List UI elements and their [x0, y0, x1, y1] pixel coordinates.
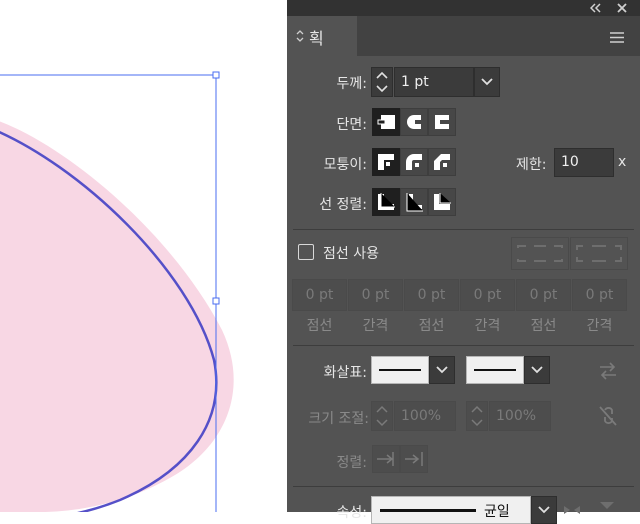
pink-fill-shape — [0, 121, 234, 512]
double-chevron-left-icon[interactable] — [590, 3, 602, 13]
weight-dropdown[interactable] — [474, 67, 500, 97]
dash-field-label-2: 점선 — [418, 318, 445, 334]
gap-field-3[interactable]: 0 pt — [572, 279, 627, 311]
tab-stroke[interactable]: 획 — [287, 16, 357, 56]
miter-limit-unit: x — [618, 154, 627, 170]
swap-arrows-icon[interactable] — [597, 361, 619, 381]
panel-top-bar — [287, 0, 640, 16]
unlink-icon[interactable] — [597, 404, 619, 428]
align-outside-button[interactable] — [428, 188, 456, 216]
arrow-align-label: 정렬: — [336, 455, 367, 471]
dash-preserve-icon — [517, 245, 563, 262]
dash-field-1[interactable]: 0 pt — [292, 279, 347, 311]
align-center-button[interactable] — [372, 188, 400, 216]
scale-label: 크기 조절: — [308, 411, 369, 427]
bounding-box-handle-top-right — [212, 71, 220, 79]
chevron-down-icon[interactable] — [532, 497, 556, 523]
projecting-cap-button[interactable] — [428, 108, 456, 136]
flip-vertical-icon[interactable] — [597, 500, 617, 512]
gap-field-label-1: 간격 — [362, 318, 389, 334]
line-preview — [379, 369, 421, 371]
tab-title: 획 — [309, 29, 324, 48]
corner-label: 모퉁이: — [323, 157, 367, 173]
align-label: 선 정렬: — [319, 197, 367, 213]
flip-horizontal-icon[interactable] — [562, 502, 582, 514]
dash-field-label-3: 점선 — [530, 318, 557, 334]
align-inside-icon — [406, 193, 423, 212]
projecting-cap-icon — [435, 115, 449, 129]
round-join-icon — [406, 154, 422, 170]
align-outside-icon — [434, 193, 451, 210]
bevel-join-button[interactable] — [428, 148, 456, 176]
end-arrowhead-select[interactable] — [466, 356, 524, 384]
profile-value: 균일 — [484, 504, 510, 520]
weight-label: 두께: — [336, 76, 367, 92]
dash-preserve-button[interactable] — [511, 237, 569, 270]
bounding-box-handle-mid-right — [212, 297, 220, 305]
artboard-canvas[interactable] — [0, 0, 287, 512]
dashed-checkbox[interactable] — [298, 244, 314, 260]
divider — [293, 229, 634, 230]
dash-align-corners-icon — [576, 245, 622, 262]
arrow-place-at-end-button[interactable] — [400, 445, 428, 473]
dash-field-3[interactable]: 0 pt — [516, 279, 571, 311]
gap-field-2[interactable]: 0 pt — [460, 279, 515, 311]
arrowheads-label: 화살표: — [323, 365, 367, 381]
arrow-extend-icon — [377, 452, 394, 466]
gap-field-label-2: 간격 — [474, 318, 501, 334]
sort-arrows-icon[interactable] — [296, 29, 304, 43]
dash-field-label-1: 점선 — [306, 318, 333, 334]
gap-field-label-3: 간격 — [586, 318, 613, 334]
chevron-down-icon[interactable] — [525, 357, 549, 383]
chevron-down-icon[interactable] — [475, 68, 499, 96]
divider — [293, 486, 634, 487]
round-join-button[interactable] — [400, 148, 428, 176]
bevel-join-icon — [434, 154, 450, 170]
end-scale-stepper[interactable] — [466, 401, 488, 431]
miter-limit-input[interactable]: 10 — [554, 148, 614, 177]
align-center-icon — [378, 193, 395, 210]
stepper-arrows-icon[interactable] — [372, 402, 392, 430]
artwork — [0, 71, 234, 512]
start-arrowhead-select[interactable] — [371, 356, 429, 384]
start-scale-input[interactable]: 100% — [394, 401, 456, 431]
miter-limit-label: 제한: — [516, 157, 547, 173]
stepper-arrows-icon[interactable] — [372, 68, 392, 96]
cap-label: 단면: — [336, 117, 367, 133]
start-arrowhead-dropdown[interactable] — [429, 356, 455, 384]
end-scale-input[interactable]: 100% — [489, 401, 551, 431]
butt-cap-icon — [377, 115, 395, 129]
weight-input[interactable]: 1 pt — [394, 67, 474, 97]
profile-dropdown[interactable] — [531, 496, 557, 524]
round-cap-icon — [407, 115, 421, 129]
hamburger-menu-icon[interactable] — [609, 31, 625, 44]
arrow-place-at-end-icon — [405, 452, 423, 466]
dash-align-corners-button[interactable] — [570, 237, 628, 270]
stepper-arrows-icon[interactable] — [467, 402, 487, 430]
close-icon[interactable] — [617, 3, 627, 13]
arrow-extend-button[interactable] — [372, 445, 400, 473]
weight-stepper[interactable] — [371, 67, 393, 97]
chevron-down-icon[interactable] — [430, 357, 454, 383]
line-preview — [474, 369, 516, 371]
profile-label: 속성: — [336, 505, 367, 521]
divider — [293, 345, 634, 346]
start-scale-stepper[interactable] — [371, 401, 393, 431]
miter-join-icon — [378, 154, 394, 170]
end-arrowhead-dropdown[interactable] — [524, 356, 550, 384]
butt-cap-button[interactable] — [372, 108, 400, 136]
stroke-panel: 획 두께: 1 pt 단면: 모퉁이: 제한: 10 x 선 정렬: 점선 사용… — [287, 0, 640, 524]
profile-select[interactable]: 균일 — [371, 496, 531, 524]
dash-field-2[interactable]: 0 pt — [404, 279, 459, 311]
align-inside-button[interactable] — [400, 188, 428, 216]
miter-join-button[interactable] — [372, 148, 400, 176]
dashed-label: 점선 사용 — [323, 246, 379, 262]
gap-field-1[interactable]: 0 pt — [348, 279, 403, 311]
round-cap-button[interactable] — [400, 108, 428, 136]
